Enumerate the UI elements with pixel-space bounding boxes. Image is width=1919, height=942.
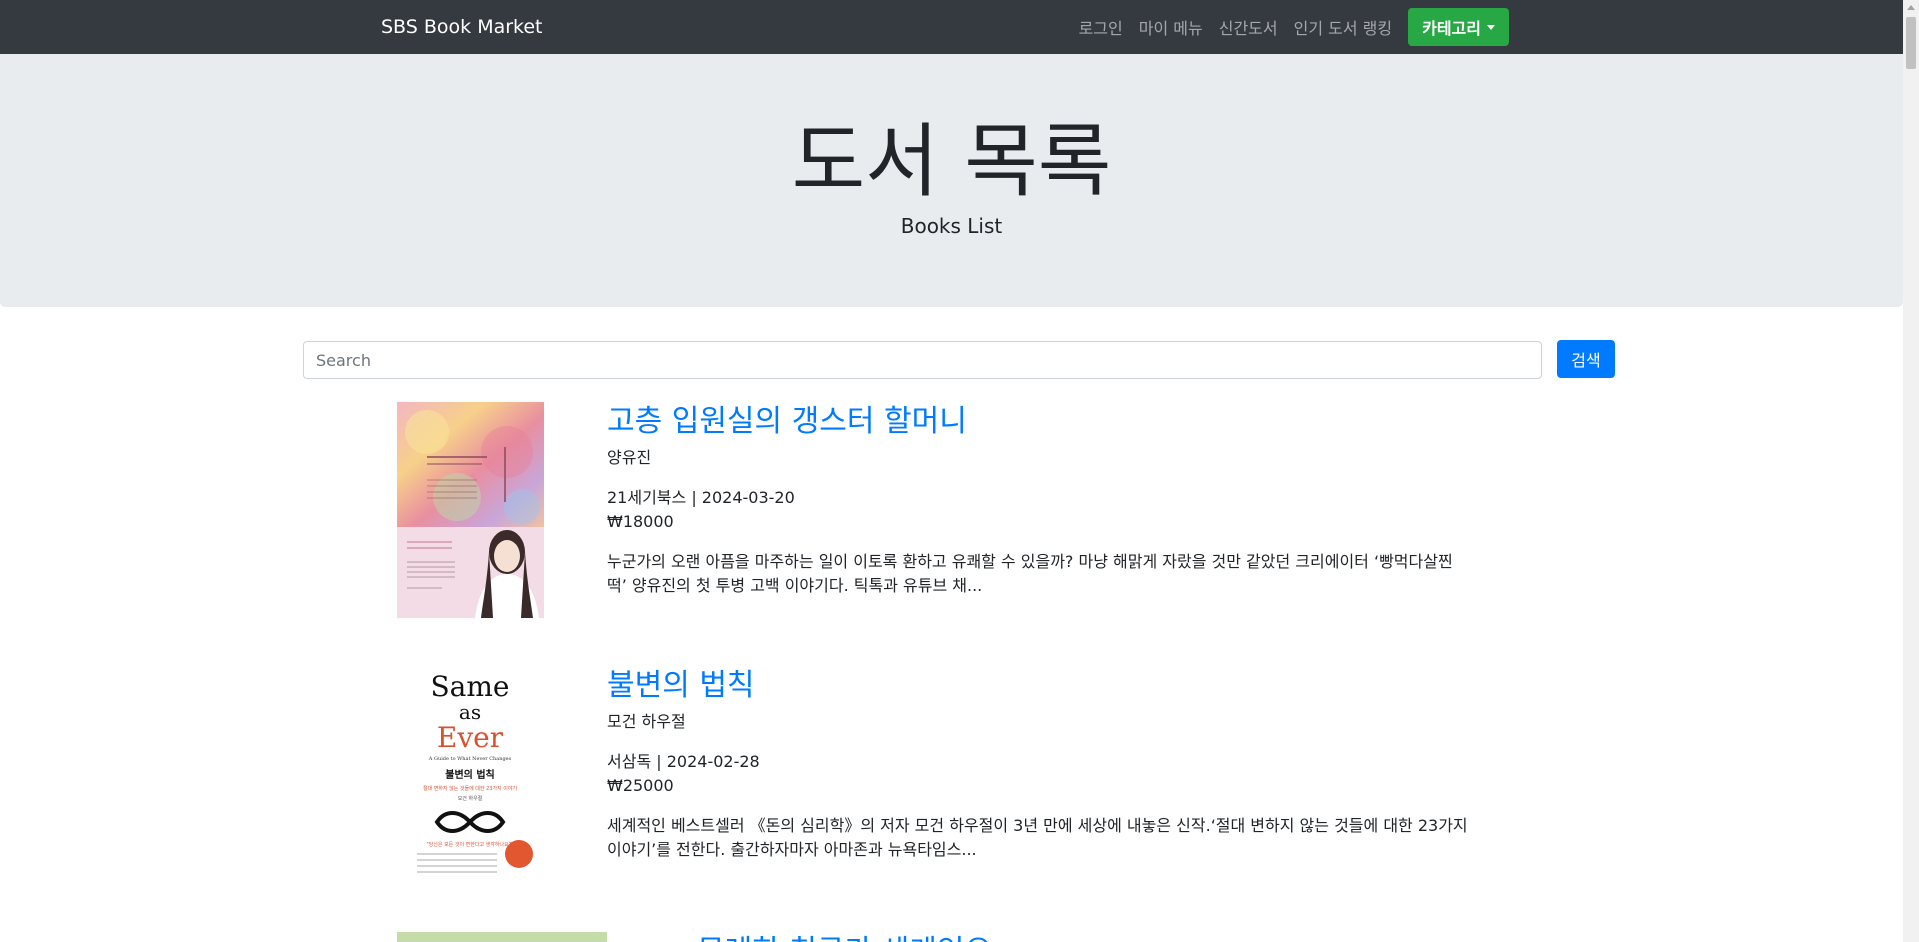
brand-link[interactable]: SBS Book Market <box>381 14 543 40</box>
book-description-line: 이야기’를 전한다. 출간하자마자 아마존과 뉴욕타임스... <box>607 840 977 859</box>
cover-title-line: Ever <box>437 721 504 754</box>
scroll-up-arrow-icon[interactable] <box>1907 5 1915 10</box>
book-publisher-date: 서삼독 | 2024-02-28 <box>607 752 760 771</box>
book-title-link[interactable]: 고층 입원실의 갱스터 할머니 <box>607 402 967 442</box>
book-cover-image[interactable] <box>397 932 607 942</box>
book-description-line: 떡’ 양유진의 첫 투병 고백 이야기다. 틱톡과 유튜브 채... <box>607 576 983 595</box>
search-input[interactable] <box>303 341 1542 379</box>
cover-title-line: Same <box>431 670 510 703</box>
book-description-line: 누군가의 오랜 아픔을 마주하는 일이 이토록 환하고 유쾌할 수 있을까? 마… <box>607 552 1453 571</box>
navbar: SBS Book Market 로그인 마이 메뉴 신간도서 인기 도서 랭킹 … <box>0 0 1903 54</box>
cover-tagline: 절대 변하지 않는 것들에 대한 23가지 이야기 <box>423 785 517 792</box>
book-author: 모건 하우절 <box>607 712 686 731</box>
nav-link-login[interactable]: 로그인 <box>1071 15 1131 39</box>
cover-subtitle-en: A Guide to What Never Changes <box>428 756 512 762</box>
book-description-line: 세계적인 베스트셀러 《돈의 심리학》의 저자 모건 하우절이 3년 만에 세상… <box>607 816 1468 835</box>
book-cover-image[interactable] <box>397 402 544 618</box>
page-header: 도서 목록 Books List <box>0 54 1903 307</box>
nav-link-new-books[interactable]: 신간도서 <box>1211 15 1286 39</box>
search-button[interactable]: 검색 <box>1557 340 1615 378</box>
page-title: 도서 목록 <box>791 115 1112 208</box>
page-subtitle: Books List <box>900 214 1003 238</box>
nav-link-my-menu[interactable]: 마이 메뉴 <box>1131 15 1211 39</box>
book-price: ₩18000 <box>607 512 674 531</box>
caret-down-icon <box>1487 24 1495 30</box>
book-author: 양유진 <box>607 448 652 467</box>
book-title-link[interactable]: 불변의 법칙 <box>607 666 755 706</box>
cover-author: 모건 하우절 <box>458 795 483 802</box>
book-title-link[interactable]: 무례한 친구가 세계인으 <box>697 932 992 942</box>
book-item: Same as Ever A Guide to What Never Chang… <box>397 666 1507 882</box>
page-scrollbar[interactable] <box>1903 0 1919 942</box>
category-dropdown-button[interactable]: 카테고리 <box>1408 8 1509 46</box>
nav-link-popular-ranking[interactable]: 인기 도서 랭킹 <box>1286 15 1401 39</box>
book-description: 누군가의 오랜 아픔을 마주하는 일이 이토록 환하고 유쾌할 수 있을까? 마… <box>607 550 1507 598</box>
book-description: 세계적인 베스트셀러 《돈의 심리학》의 저자 모건 하우절이 3년 만에 세상… <box>607 814 1507 862</box>
scrollbar-thumb[interactable] <box>1906 17 1916 69</box>
book-item: 고층 입원실의 갱스터 할머니 양유진 21세기북스 | 2024-03-20 … <box>397 402 1507 618</box>
cover-quote: "당신은 모든 것이 변한다고 생각하나요?" <box>426 841 513 848</box>
book-publisher-date: 21세기북스 | 2024-03-20 <box>607 488 795 507</box>
cover-title-ko: 불변의 법칙 <box>445 768 494 781</box>
book-item: 무례한 친구가 세계인으 <box>397 932 1507 942</box>
book-cover-image[interactable]: Same as Ever A Guide to What Never Chang… <box>397 666 544 882</box>
nav-links: 로그인 마이 메뉴 신간도서 인기 도서 랭킹 카테고리 <box>1071 0 1509 54</box>
book-price: ₩25000 <box>607 776 674 795</box>
category-dropdown-label: 카테고리 <box>1422 19 1481 38</box>
